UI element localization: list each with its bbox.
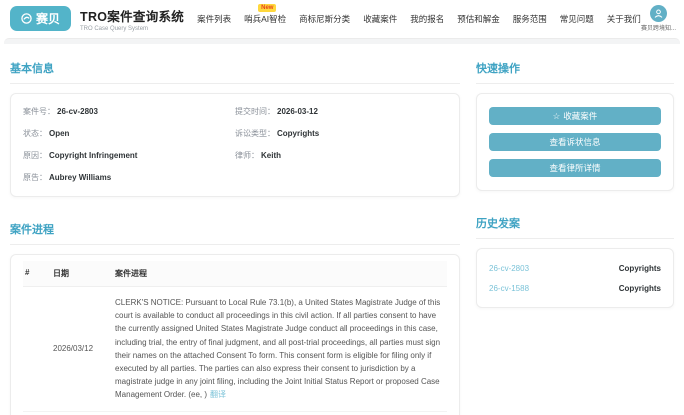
col-progress: 案件进程 bbox=[115, 269, 147, 278]
case-progress-title: 案件进程 bbox=[10, 212, 460, 245]
view-complaint-button[interactable]: 查看诉状信息 bbox=[489, 133, 661, 151]
app-header: 赛贝 TRO案件查询系统 TRO Case Query System 案件列表 … bbox=[0, 0, 684, 37]
table-header: # 日期 案件进程 bbox=[23, 261, 447, 287]
title-block: TRO案件查询系统 TRO Case Query System bbox=[80, 6, 184, 32]
user-icon bbox=[654, 9, 663, 18]
nav-item-settlement-estimate[interactable]: 预估和解金 bbox=[457, 13, 500, 25]
case-progress-table: # 日期 案件进程 2026/03/12 CLERK'S NOTICE: Pur… bbox=[11, 255, 459, 415]
history-row: 26-cv-2803 Copyrights bbox=[489, 258, 661, 278]
history-list: 26-cv-2803 Copyrights 26-cv-1588 Copyrig… bbox=[477, 249, 673, 307]
history-card: 26-cv-2803 Copyrights 26-cv-1588 Copyrig… bbox=[476, 248, 674, 308]
history-case-type: Copyrights bbox=[618, 263, 661, 273]
nav-item-about-us[interactable]: 关于我们 bbox=[607, 13, 641, 25]
col-date: 日期 bbox=[53, 269, 69, 278]
field-case-number: 案件号： 26-cv-2803 bbox=[23, 106, 235, 117]
field-value: Aubrey Williams bbox=[49, 173, 112, 182]
field-filed-date: 提交时间： 2026-03-12 bbox=[235, 106, 447, 117]
nav-item-ai-check[interactable]: New 哨兵AI智检 bbox=[244, 3, 287, 25]
nav-item-ai-check-label: 哨兵AI智检 bbox=[244, 13, 287, 24]
basic-info-grid: 案件号： 26-cv-2803 提交时间： 2026-03-12 状态： Open 诉… bbox=[11, 94, 459, 196]
row-text: CLERK'S NOTICE: Pursuant to Local Rule 7… bbox=[115, 296, 445, 402]
translate-link[interactable]: 翻译 bbox=[210, 390, 226, 399]
right-column: 快速操作 ☆ 收藏案件 查看诉状信息 查看律所详情 历史发案 26-cv-280… bbox=[476, 51, 674, 415]
saibei-logo[interactable]: 赛贝 bbox=[10, 6, 72, 31]
user-name: 赛贝跨境知... bbox=[640, 26, 676, 32]
favorite-case-button[interactable]: ☆ 收藏案件 bbox=[489, 107, 661, 125]
field-plaintiff: 原告： Aubrey Williams bbox=[23, 172, 235, 183]
field-status: 状态： Open bbox=[23, 128, 235, 139]
star-icon: ☆ bbox=[552, 110, 561, 121]
history-row: 26-cv-1588 Copyrights bbox=[489, 278, 661, 298]
nav-item-nice-classification[interactable]: 商标尼斯分类 bbox=[299, 13, 350, 25]
app-subtitle: TRO Case Query System bbox=[80, 25, 149, 32]
logo-text: 赛贝 bbox=[36, 12, 61, 26]
avatar bbox=[649, 5, 667, 22]
field-attorney: 律师： Keith bbox=[235, 150, 447, 161]
app-title: TRO案件查询系统 bbox=[80, 9, 185, 24]
favorite-case-label: 收藏案件 bbox=[563, 111, 598, 121]
row-date: 2026/03/12 bbox=[53, 344, 94, 354]
user-account[interactable]: 赛贝跨境知... bbox=[641, 5, 676, 32]
field-label: 提交时间： bbox=[235, 107, 275, 116]
quick-actions-title: 快速操作 bbox=[476, 51, 674, 84]
col-index: # bbox=[25, 268, 30, 277]
field-value: Copyright Infringement bbox=[49, 151, 138, 160]
basic-info-card: 案件号： 26-cv-2803 提交时间： 2026-03-12 状态： Open 诉… bbox=[10, 93, 460, 197]
progress-text: CLERK'S NOTICE: Pursuant to Local Rule 7… bbox=[115, 298, 441, 400]
nav-item-my-registration[interactable]: 我的报名 bbox=[410, 13, 444, 25]
field-case-type: 诉讼类型： Copyrights bbox=[235, 128, 447, 139]
nav-item-favorites[interactable]: 收藏案件 bbox=[363, 13, 397, 25]
history-case-type: Copyrights bbox=[618, 283, 661, 293]
field-value: 2026-03-12 bbox=[277, 107, 318, 116]
field-value: Copyrights bbox=[277, 129, 320, 138]
nav-item-service-scope[interactable]: 服务范围 bbox=[513, 13, 547, 25]
field-value: Keith bbox=[261, 151, 281, 160]
saibei-logo-icon bbox=[21, 13, 32, 24]
table-row: 2026/03/12 CLERK'S NOTICE: Pursuant to L… bbox=[23, 287, 447, 412]
quick-actions-card: ☆ 收藏案件 查看诉状信息 查看律所详情 bbox=[476, 93, 674, 191]
main-content: 基本信息 案件号： 26-cv-2803 提交时间： 2026-03-12 状态： O… bbox=[0, 44, 684, 415]
field-value: Open bbox=[49, 129, 70, 138]
actions-list: ☆ 收藏案件 查看诉状信息 查看律所详情 bbox=[477, 94, 673, 190]
left-column: 基本信息 案件号： 26-cv-2803 提交时间： 2026-03-12 状态： O… bbox=[10, 51, 460, 415]
field-label: 原因： bbox=[23, 151, 47, 160]
table-row: 2026/03/12 CASE ASSIGNED to the Honorabl… bbox=[23, 412, 447, 415]
field-value: 26-cv-2803 bbox=[57, 107, 98, 116]
history-case-link[interactable]: 26-cv-1588 bbox=[489, 284, 529, 293]
nav-item-case-list[interactable]: 案件列表 bbox=[197, 13, 231, 25]
field-label: 案件号： bbox=[23, 107, 55, 116]
field-label: 律师： bbox=[235, 151, 259, 160]
field-cause: 原因： Copyright Infringement bbox=[23, 150, 235, 161]
view-law-firm-button[interactable]: 查看律所详情 bbox=[489, 159, 661, 177]
field-label: 诉讼类型： bbox=[235, 129, 275, 138]
basic-info-title: 基本信息 bbox=[10, 51, 460, 84]
case-progress-card: # 日期 案件进程 2026/03/12 CLERK'S NOTICE: Pur… bbox=[10, 254, 460, 415]
nav-item-faq[interactable]: 常见问题 bbox=[560, 13, 594, 25]
field-label: 原告： bbox=[23, 173, 47, 182]
history-case-link[interactable]: 26-cv-2803 bbox=[489, 264, 529, 273]
field-label: 状态： bbox=[23, 129, 47, 138]
main-nav: 案件列表 New 哨兵AI智检 商标尼斯分类 收藏案件 我的报名 预估和解金 服… bbox=[197, 3, 641, 25]
new-badge: New bbox=[258, 3, 277, 12]
history-title: 历史发案 bbox=[476, 206, 674, 239]
